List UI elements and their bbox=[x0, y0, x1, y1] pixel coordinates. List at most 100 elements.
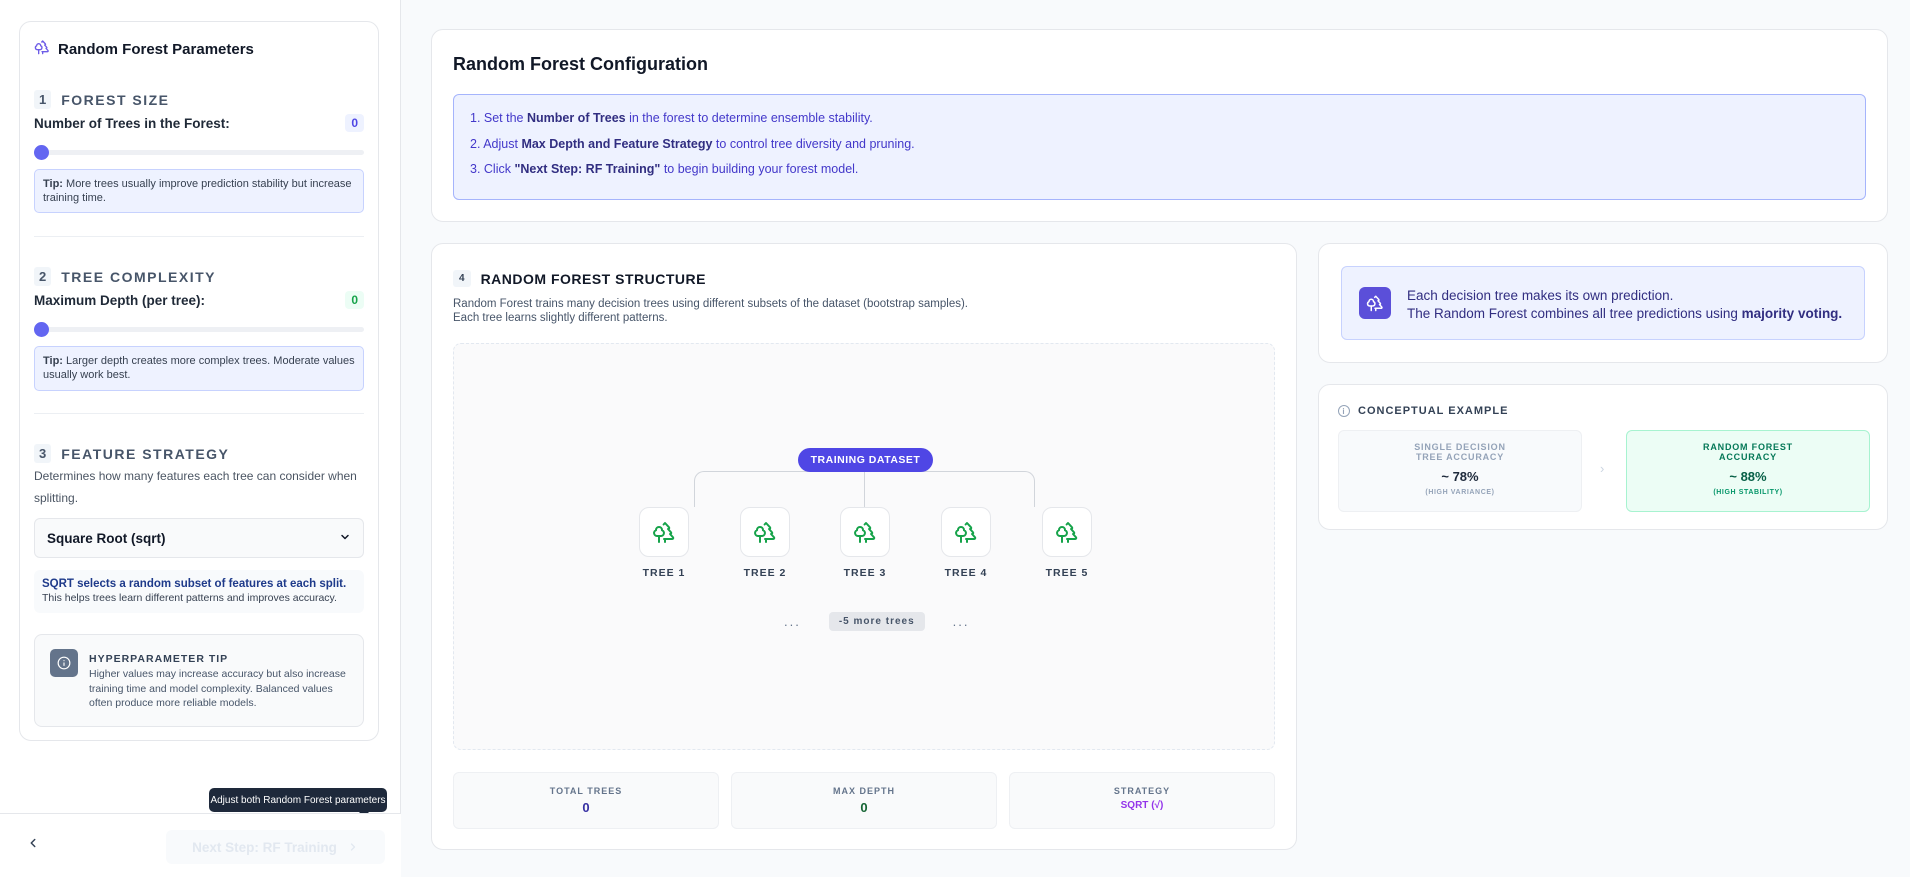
navigation-bar: Next Step: RF Training bbox=[0, 813, 401, 877]
instructions-box: 1. Set the Number of Trees in the forest… bbox=[453, 94, 1866, 200]
max-depth-row: Maximum Depth (per tree): 0 bbox=[34, 291, 364, 309]
num-trees-value: 0 bbox=[345, 114, 364, 132]
accuracy-label: SINGLE DECISION TREE ACCURACY bbox=[1414, 442, 1506, 462]
accuracy-value: ~ 88% bbox=[1729, 469, 1767, 484]
structure-description: Random Forest trains many decision trees… bbox=[453, 298, 968, 324]
instruction-step: 2. Adjust Max Depth and Feature Strategy… bbox=[470, 136, 915, 151]
num-trees-label: Number of Trees in the Forest: bbox=[34, 115, 230, 131]
section-title: FOREST SIZE bbox=[61, 91, 170, 108]
max-depth-label: Maximum Depth (per tree): bbox=[34, 292, 206, 308]
info-icon bbox=[50, 649, 78, 677]
chevron-right-icon bbox=[350, 843, 355, 851]
section-title: TREE COMPLEXITY bbox=[61, 268, 216, 285]
tree-icon bbox=[740, 507, 790, 557]
back-button[interactable] bbox=[26, 836, 40, 855]
stat-label: TOTAL TREES bbox=[549, 786, 623, 796]
chevron-right-icon: › bbox=[1600, 461, 1605, 476]
max-depth-slider[interactable] bbox=[34, 322, 364, 337]
parameters-card: Random Forest Parameters 1 FOREST SIZE N… bbox=[19, 21, 379, 741]
num-trees-row: Number of Trees in the Forest: 0 bbox=[34, 114, 364, 132]
next-step-button[interactable]: Next Step: RF Training bbox=[166, 830, 385, 864]
dataset-connector-center bbox=[864, 472, 865, 507]
ellipsis: ... bbox=[784, 614, 801, 629]
chevron-left-icon bbox=[30, 838, 36, 848]
structure-card: 4 RANDOM FOREST STRUCTURE Random Forest … bbox=[431, 243, 1297, 850]
parameters-sidebar: Random Forest Parameters 1 FOREST SIZE N… bbox=[0, 0, 401, 877]
slider-thumb[interactable] bbox=[34, 322, 49, 337]
strategy-info: SQRT selects a random subset of features… bbox=[34, 570, 364, 613]
hyperparameter-tip: HYPERPARAMETER TIP Higher values may inc… bbox=[34, 634, 364, 727]
conceptual-example-card: i CONCEPTUAL EXAMPLE SINGLE DECISION TRE… bbox=[1318, 384, 1888, 530]
random-forest-accuracy: RANDOM FOREST ACCURACY ~ 88% (HIGH STABI… bbox=[1626, 430, 1870, 512]
section-number: 2 bbox=[34, 267, 52, 286]
tree-complexity-tip: Tip: Larger depth creates more complex t… bbox=[34, 346, 364, 391]
tip-text: More trees usually improve prediction st… bbox=[43, 178, 352, 204]
tree-node: TREE 3 bbox=[835, 507, 895, 579]
num-trees-slider[interactable] bbox=[34, 145, 364, 160]
structure-title: RANDOM FOREST STRUCTURE bbox=[480, 270, 706, 287]
feature-strategy-select[interactable]: Square Root (sqrt) bbox=[34, 518, 364, 558]
tip-text: Larger depth creates more complex trees.… bbox=[43, 355, 355, 381]
voting-info-card: Each decision tree makes its own predict… bbox=[1318, 243, 1888, 363]
strategy-stat: STRATEGY SQRT (√) bbox=[1009, 772, 1275, 829]
training-dataset-node: TRAINING DATASET bbox=[798, 448, 933, 472]
instruction-step: 1. Set the Number of Trees in the forest… bbox=[470, 111, 873, 125]
voting-info-text: Each decision tree makes its own predict… bbox=[1407, 288, 1843, 321]
accuracy-note: (HIGH VARIANCE) bbox=[1425, 489, 1495, 496]
tree-node: TREE 2 bbox=[735, 507, 795, 579]
hyperparameter-tip-title: HYPERPARAMETER TIP bbox=[89, 653, 229, 665]
chevron-down-icon bbox=[339, 531, 351, 546]
section-number: 3 bbox=[34, 444, 52, 463]
selected-strategy: Square Root (sqrt) bbox=[47, 530, 166, 546]
conceptual-example-heading: i CONCEPTUAL EXAMPLE bbox=[1338, 405, 1508, 417]
stat-value: 0 bbox=[860, 800, 868, 815]
next-step-label: Next Step: RF Training bbox=[192, 839, 337, 855]
more-trees-row: ... -5 more trees ... bbox=[784, 612, 970, 631]
info-icon: i bbox=[1338, 405, 1350, 417]
conceptual-example-title: CONCEPTUAL EXAMPLE bbox=[1358, 405, 1509, 417]
stat-value: 0 bbox=[582, 800, 590, 815]
forest-diagram: TRAINING DATASET TREE 1 TREE 2 TREE 3 TR… bbox=[453, 343, 1275, 750]
strategy-info-text: This helps trees learn different pattern… bbox=[42, 592, 337, 604]
hyperparameter-tip-text: Higher values may increase accuracy but … bbox=[89, 668, 346, 709]
parameters-title-text: Random Forest Parameters bbox=[58, 40, 254, 58]
accuracy-note: (HIGH STABILITY) bbox=[1713, 489, 1783, 496]
stat-label: STRATEGY bbox=[1113, 786, 1171, 796]
tree-node: TREE 5 bbox=[1037, 507, 1097, 579]
configuration-title: Random Forest Configuration bbox=[453, 54, 708, 74]
tree-node: TREE 1 bbox=[634, 507, 694, 579]
total-trees-stat: TOTAL TREES 0 bbox=[453, 772, 719, 829]
strategy-info-title: SQRT selects a random subset of features… bbox=[42, 578, 347, 590]
tree-icon bbox=[639, 507, 689, 557]
configuration-card: Random Forest Configuration 1. Set the N… bbox=[431, 29, 1888, 222]
stat-value: SQRT (√) bbox=[1120, 800, 1164, 811]
section-divider bbox=[34, 413, 364, 414]
tree-complexity-heading: 2 TREE COMPLEXITY bbox=[34, 267, 216, 286]
section-number: 1 bbox=[34, 90, 52, 109]
slider-thumb[interactable] bbox=[34, 145, 49, 160]
tree-label: TREE 1 bbox=[642, 567, 686, 579]
single-tree-accuracy: SINGLE DECISION TREE ACCURACY ~ 78% (HIG… bbox=[1338, 430, 1582, 512]
tree-icon bbox=[840, 507, 890, 557]
tree-label: TREE 2 bbox=[743, 567, 787, 579]
accuracy-value: ~ 78% bbox=[1441, 469, 1479, 484]
forest-size-tip: Tip: More trees usually improve predicti… bbox=[34, 169, 364, 213]
structure-heading: 4 RANDOM FOREST STRUCTURE bbox=[453, 270, 706, 287]
tree-label: TREE 3 bbox=[843, 567, 887, 579]
ellipsis: ... bbox=[952, 614, 970, 629]
max-depth-stat: MAX DEPTH 0 bbox=[731, 772, 997, 829]
tip-label: Tip: bbox=[43, 355, 63, 367]
max-depth-value: 0 bbox=[345, 291, 364, 309]
stat-label: MAX DEPTH bbox=[832, 786, 895, 796]
voting-info-box: Each decision tree makes its own predict… bbox=[1341, 266, 1865, 340]
section-number: 4 bbox=[453, 270, 471, 287]
feature-strategy-description: Determines how many features each tree c… bbox=[34, 469, 357, 505]
tree-icon bbox=[941, 507, 991, 557]
tree-node: TREE 4 bbox=[936, 507, 996, 579]
accuracy-label: RANDOM FOREST ACCURACY bbox=[1703, 442, 1793, 462]
instruction-step: 3. Click "Next Step: RF Training" to beg… bbox=[470, 162, 859, 176]
feature-strategy-heading: 3 FEATURE STRATEGY bbox=[34, 444, 229, 463]
more-trees-badge: -5 more trees bbox=[828, 612, 925, 631]
trees-icon bbox=[34, 39, 50, 59]
next-step-tooltip: Adjust both Random Forest parameters bbox=[209, 788, 387, 817]
